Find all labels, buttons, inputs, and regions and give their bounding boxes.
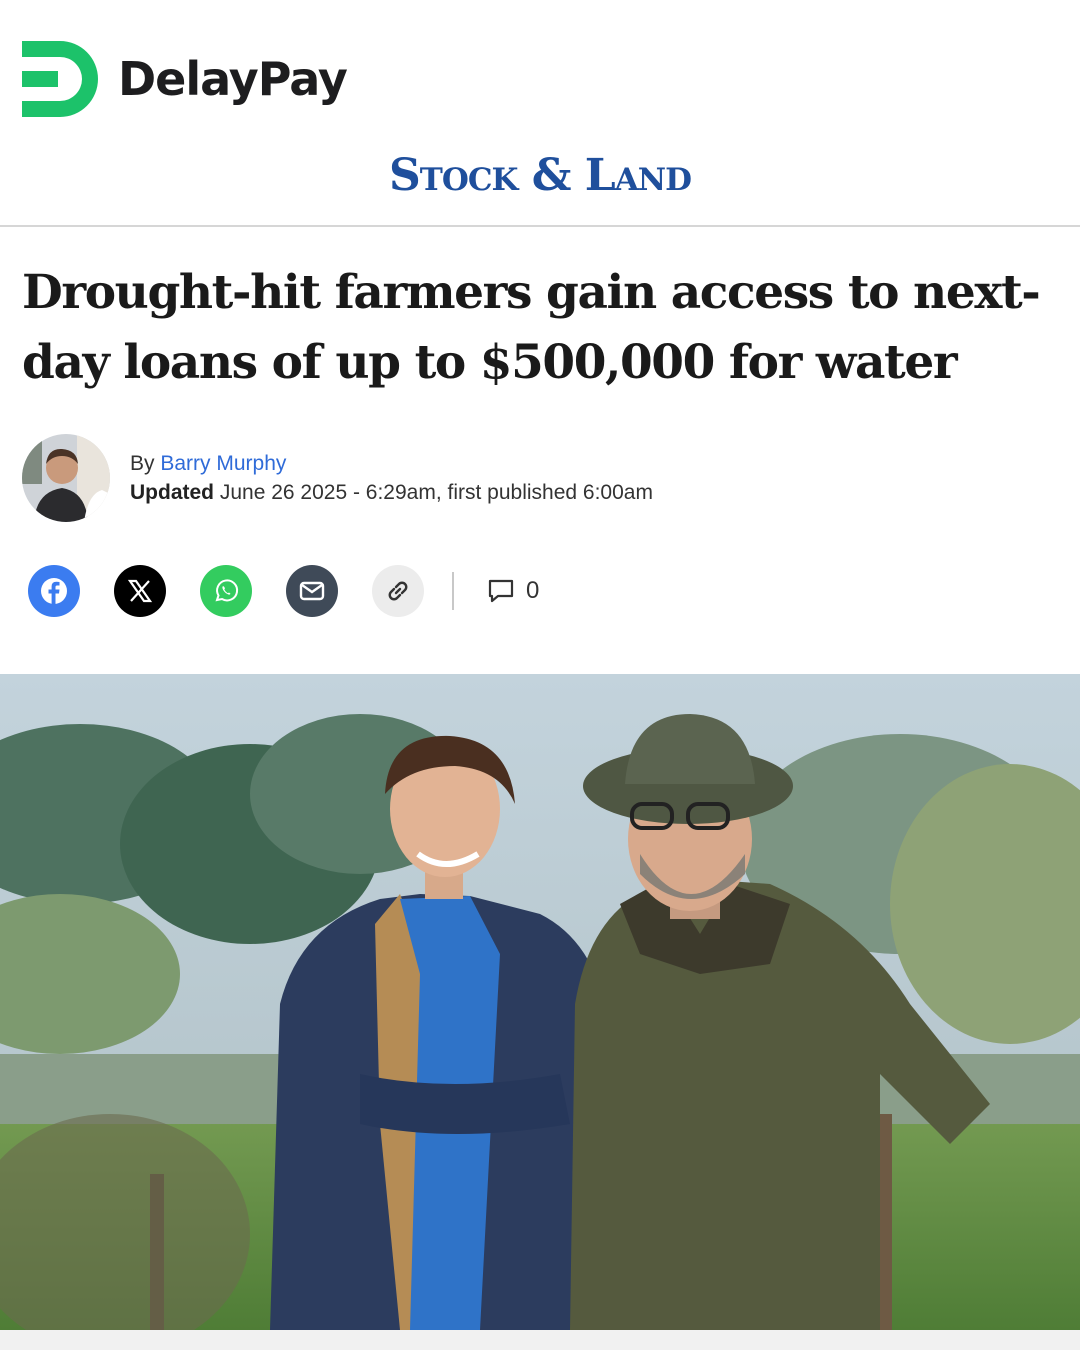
bottom-edge [0,1330,1080,1350]
photo-two-men-farm [0,674,1080,1330]
copy-link-button[interactable] [372,565,424,617]
byline: By Barry Murphy Updated June 26 2025 - 6… [22,434,653,522]
updated-label: Updated [130,481,214,504]
share-x-button[interactable] [114,565,166,617]
updated-text: June 26 2025 - 6:29am, first published 6… [219,481,653,504]
share-divider [452,572,454,610]
byline-text: By Barry Murphy Updated June 26 2025 - 6… [130,449,653,507]
share-email-button[interactable] [286,565,338,617]
facebook-icon [41,578,67,604]
comment-count: 0 [526,577,540,604]
whatsapp-icon [215,579,239,602]
share-whatsapp-button[interactable] [200,565,252,617]
share-bar: 0 [28,565,539,617]
comment-icon [488,579,514,603]
author-line: By Barry Murphy [130,449,653,478]
link-icon [388,581,408,601]
masthead: Stock & Land [0,150,1080,201]
delaypay-logo-icon [22,41,98,117]
x-icon [127,579,153,603]
hero-image[interactable] [0,674,1080,1330]
delaypay-brand[interactable]: DelayPay [22,40,348,118]
byline-prefix: By [130,452,155,475]
article-headline: Drought-hit farmers gain access to next-… [22,265,1041,390]
author-avatar[interactable] [22,434,110,522]
masthead-title[interactable]: Stock & Land [389,150,692,201]
email-icon [299,581,325,601]
share-facebook-button[interactable] [28,565,80,617]
brand-name: DelayPay [118,52,348,106]
author-link[interactable]: Barry Murphy [160,452,286,475]
masthead-divider [0,225,1080,227]
comments-button[interactable]: 0 [486,576,539,606]
avatar-photo [22,434,110,522]
date-line: Updated June 26 2025 - 6:29am, first pub… [130,478,653,507]
